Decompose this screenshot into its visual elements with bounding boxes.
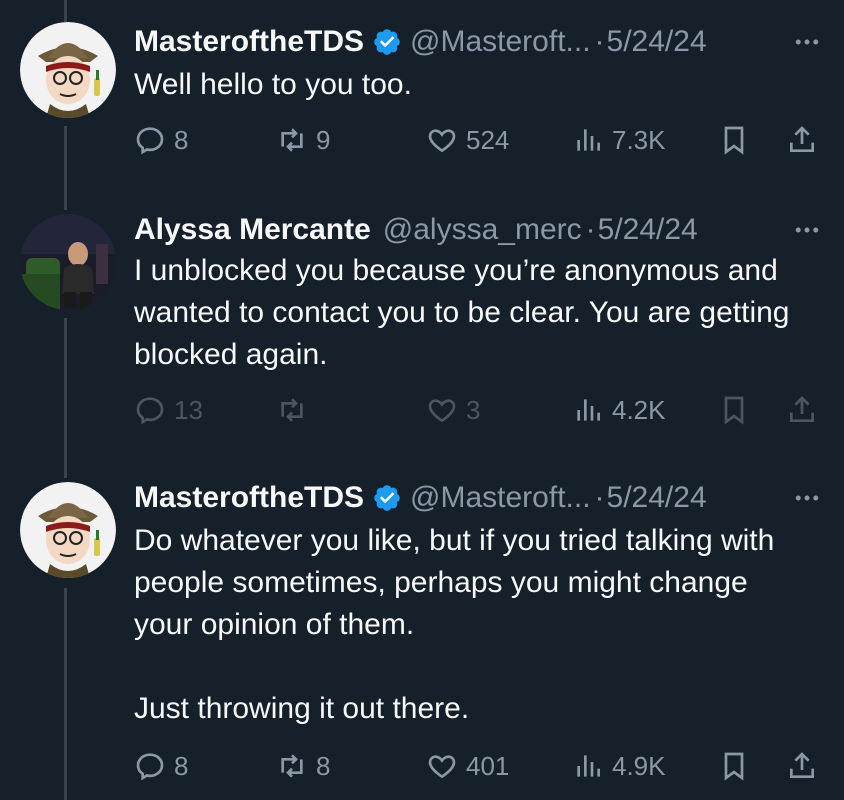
tweet-header: MasteroftheTDS @Masteroft... · 5/24/24 [134, 476, 824, 520]
retweet-icon [281, 128, 303, 152]
tweet-date[interactable]: 5/24/24 [607, 20, 707, 64]
tweet-date[interactable]: 5/24/24 [607, 476, 707, 520]
author-name[interactable]: MasteroftheTDS [134, 20, 364, 64]
separator-dot: · [585, 213, 596, 246]
views-count: 7.3K [612, 124, 666, 155]
views-icon [577, 755, 600, 777]
bookmark-button[interactable] [718, 388, 750, 432]
like-count: 524 [466, 124, 510, 155]
separator-dot: · [594, 481, 605, 514]
tweet-text: I unblocked you because you’re anonymous… [134, 250, 814, 376]
avatar[interactable] [20, 482, 116, 578]
bookmark-button[interactable] [718, 744, 750, 788]
reply-button[interactable]: 8 [134, 744, 188, 788]
like-button[interactable]: 524 [426, 118, 509, 162]
reply-count: 13 [174, 394, 203, 425]
reply-button[interactable]: 8 [134, 118, 188, 162]
like-button[interactable]: 3 [426, 388, 480, 432]
retweet-button[interactable]: 8 [276, 744, 330, 788]
views-button[interactable]: 4.2K [572, 388, 666, 432]
separator-dot: · [594, 25, 605, 58]
like-icon [428, 755, 456, 779]
cartoon-avatar-image [20, 22, 116, 118]
share-button[interactable] [786, 118, 818, 162]
reply-icon [136, 753, 164, 781]
verified-badge-icon [372, 27, 402, 57]
retweet-count: 8 [316, 750, 331, 781]
views-button[interactable]: 7.3K [572, 118, 666, 162]
bookmark-icon [724, 396, 744, 425]
tweet-text: Well hello to you too. [134, 64, 814, 106]
retweet-icon [281, 398, 303, 422]
verified-badge-icon [372, 483, 402, 513]
tweet-paragraph: Do whatever you like, but if you tried t… [134, 524, 775, 641]
views-icon [577, 399, 600, 421]
tweet-actions: 8 8 401 4.9K [134, 744, 824, 788]
retweet-button[interactable] [276, 388, 316, 432]
reply-button[interactable]: 13 [134, 388, 203, 432]
photo-avatar-image [20, 214, 116, 310]
share-button[interactable] [786, 388, 818, 432]
bookmark-button[interactable] [718, 118, 750, 162]
tweet-date[interactable]: 5/24/24 [598, 208, 698, 252]
share-button[interactable] [786, 744, 818, 788]
bookmark-icon [724, 126, 744, 155]
author-handle[interactable]: @alyssa_merc [383, 208, 582, 252]
author-name[interactable]: MasteroftheTDS [134, 476, 364, 520]
avatar[interactable] [20, 22, 116, 118]
share-icon [790, 396, 814, 422]
reply-count: 8 [174, 124, 189, 155]
like-icon [428, 399, 456, 423]
tweet-text: Do whatever you like, but if you tried t… [134, 520, 814, 730]
tweet-paragraph: Just throwing it out there. [134, 692, 470, 725]
views-icon [577, 129, 600, 151]
share-icon [790, 126, 814, 152]
like-count: 3 [466, 394, 481, 425]
author-handle[interactable]: @Masteroft... [410, 476, 591, 520]
tweet-header: MasteroftheTDS @Masteroft... · 5/24/24 [134, 20, 824, 64]
like-count: 401 [466, 750, 510, 781]
tweet-actions: 8 9 524 7.3K [134, 118, 824, 162]
share-icon [790, 752, 814, 778]
reply-icon [136, 127, 164, 155]
more-icon[interactable] [792, 20, 822, 64]
tweet[interactable]: Alyssa Mercante @alyssa_merc · 5/24/24 I… [0, 208, 844, 438]
bookmark-icon [724, 752, 744, 781]
more-icon[interactable] [792, 208, 822, 252]
views-count: 4.2K [612, 394, 666, 425]
tweet-paragraph: I unblocked you because you’re anonymous… [134, 254, 790, 371]
views-button[interactable]: 4.9K [572, 744, 666, 788]
like-icon [428, 129, 456, 153]
author-name[interactable]: Alyssa Mercante [134, 208, 371, 252]
like-button[interactable]: 401 [426, 744, 509, 788]
retweet-button[interactable]: 9 [276, 118, 330, 162]
thread-line-top [64, 0, 67, 22]
reply-icon [136, 397, 164, 425]
tweet[interactable]: MasteroftheTDS @Masteroft... · 5/24/24 D… [0, 476, 844, 800]
author-handle[interactable]: @Masteroft... [410, 20, 591, 64]
tweet-actions: 13 3 4.2K [134, 388, 824, 432]
tweet[interactable]: MasteroftheTDS @Masteroft... · 5/24/24 W… [0, 20, 844, 170]
cartoon-avatar-image [20, 482, 116, 578]
tweet-header: Alyssa Mercante @alyssa_merc · 5/24/24 [134, 208, 824, 252]
retweet-count: 9 [316, 124, 331, 155]
tweet-paragraph: Well hello to you too. [134, 68, 412, 101]
avatar[interactable] [20, 214, 116, 310]
reply-count: 8 [174, 750, 189, 781]
retweet-icon [281, 754, 303, 778]
more-icon[interactable] [792, 476, 822, 520]
views-count: 4.9K [612, 750, 666, 781]
